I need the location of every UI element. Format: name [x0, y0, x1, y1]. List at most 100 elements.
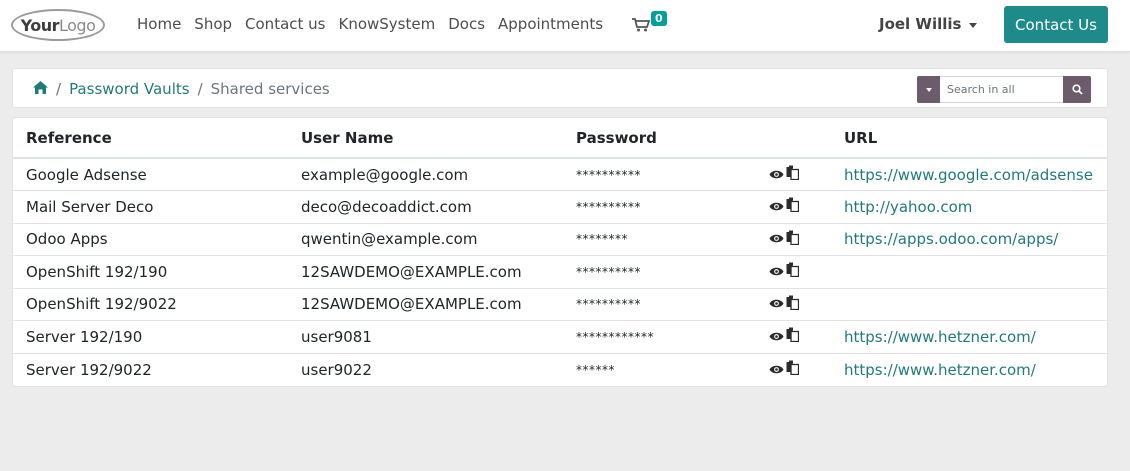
search-button[interactable] — [1063, 76, 1091, 103]
header-reference[interactable]: Reference — [13, 118, 288, 159]
cell-actions — [769, 190, 831, 224]
search-box — [917, 76, 1091, 103]
cart-count-badge: 0 — [651, 11, 667, 26]
cell-actions — [769, 288, 831, 321]
copy-icon[interactable] — [786, 262, 800, 281]
credentials-table: Reference User Name Password URL Google … — [13, 118, 1107, 386]
cell-user-name: user9022 — [301, 360, 372, 379]
eye-icon[interactable] — [769, 230, 784, 248]
cell-user-name: 12SAWDEMO@EXAMPLE.com — [288, 288, 563, 321]
eye-icon[interactable] — [769, 328, 784, 346]
cell-url — [831, 255, 1107, 289]
cell-actions — [769, 223, 831, 256]
copy-icon[interactable] — [786, 327, 800, 346]
cell-url: https://apps.odoo.com/apps/ — [831, 223, 1107, 256]
nav-link-home[interactable]: Home — [137, 15, 181, 33]
eye-icon[interactable] — [769, 295, 784, 313]
breadcrumb-separator: / — [56, 80, 62, 98]
url-link[interactable]: https://www.hetzner.com/ — [844, 361, 1036, 379]
logo-text-bold: Your — [20, 15, 60, 35]
cell-password: ********** — [563, 158, 769, 191]
home-icon[interactable] — [33, 80, 48, 98]
top-navbar: Your Logo Home Shop Contact us KnowSystem… — [0, 0, 1130, 52]
chevron-down-icon — [969, 22, 978, 28]
cart-icon — [632, 18, 650, 32]
copy-icon[interactable] — [786, 295, 800, 314]
site-logo[interactable]: Your Logo — [11, 9, 105, 41]
cell-actions — [769, 320, 831, 354]
nav-link-appointments[interactable]: Appointments — [498, 15, 603, 33]
logo-text-light: Logo — [59, 15, 96, 35]
cell-user-name: user9081 — [288, 320, 563, 354]
cell-password: ********** — [563, 190, 769, 224]
url-link[interactable]: http://yahoo.com — [844, 198, 972, 216]
cell-url — [831, 288, 1107, 321]
cell-url: https://www.hetzner.com/ — [831, 320, 1107, 354]
copy-icon[interactable] — [786, 197, 800, 216]
cell-actions — [769, 255, 831, 289]
cell-user-name: qwentin@example.com — [288, 223, 563, 256]
cell-reference: OpenShift 192/9022 — [13, 288, 288, 321]
url-link[interactable]: https://www.google.com/adsense — [844, 166, 1093, 184]
chevron-down-icon — [925, 87, 932, 92]
breadcrumb-separator: / — [197, 80, 203, 98]
table-row[interactable]: Server 192/190 user9081 ************ https:… — [13, 320, 1107, 354]
cell-password: ********** — [563, 255, 769, 289]
header-url[interactable]: URL — [831, 118, 1107, 159]
table-row[interactable]: OpenShift 192/9022 12SAWDEMO@EXAMPLE.com *… — [13, 288, 1107, 321]
cell-reference: OpenShift 192/190 — [13, 255, 288, 289]
table-body: Google Adsense example@google.com ********… — [13, 158, 1107, 386]
header-actions — [769, 118, 831, 159]
header-user-name[interactable]: User Name — [288, 118, 563, 159]
table-header-row: Reference User Name Password URL — [13, 118, 1107, 159]
cell-user-name: 12SAWDEMO@EXAMPLE.com — [288, 255, 563, 289]
cell-reference: Odoo Apps — [13, 223, 288, 256]
copy-icon[interactable] — [786, 230, 800, 249]
eye-icon[interactable] — [769, 263, 784, 281]
breadcrumb-bar: / Password Vaults / Shared services — [12, 68, 1108, 108]
cell-password: ********** — [563, 288, 769, 321]
eye-icon[interactable] — [769, 166, 784, 184]
main-menu: Home Shop Contact us KnowSystem Docs App… — [137, 15, 616, 33]
copy-icon[interactable] — [786, 360, 800, 379]
cell-actions — [769, 158, 831, 191]
cell-user-name: example@google.com — [288, 158, 563, 191]
cell-url: https://www.hetzner.com/ — [831, 353, 1107, 386]
cell-reference: Server 192/9022 — [26, 360, 152, 379]
table-row[interactable]: Server 192/9022 user9022 ****** https://www… — [13, 353, 1107, 386]
table-row[interactable]: Mail Server Deco deco@decoaddict.com *****… — [13, 190, 1107, 224]
cell-reference: Server 192/190 — [13, 320, 288, 354]
user-name: Joel Willis — [879, 15, 962, 33]
nav-link-shop[interactable]: Shop — [194, 15, 232, 33]
table-row[interactable]: OpenShift 192/190 12SAWDEMO@EXAMPLE.com **… — [13, 255, 1107, 289]
nav-link-contact-us[interactable]: Contact us — [245, 15, 325, 33]
password-vault-table-card: Reference User Name Password URL Google … — [12, 117, 1108, 387]
breadcrumb: / Password Vaults / Shared services — [33, 80, 330, 98]
search-input[interactable] — [940, 76, 1063, 103]
url-link[interactable]: https://apps.odoo.com/apps/ — [844, 230, 1058, 248]
cell-url: http://yahoo.com — [831, 190, 1107, 224]
nav-link-docs[interactable]: Docs — [448, 15, 485, 33]
copy-icon[interactable] — [786, 165, 800, 184]
breadcrumb-password-vaults[interactable]: Password Vaults — [69, 80, 190, 98]
search-icon — [1071, 84, 1083, 95]
cell-url: https://www.google.com/adsense — [831, 158, 1107, 191]
url-link[interactable]: https://www.hetzner.com/ — [844, 328, 1036, 346]
table-row[interactable]: Odoo Apps qwentin@example.com ******** http… — [13, 223, 1107, 256]
cell-password: ************ — [563, 320, 769, 354]
cell-password: ****** — [576, 362, 615, 377]
user-menu-dropdown[interactable]: Joel Willis — [879, 15, 978, 33]
cell-reference: Mail Server Deco — [13, 190, 288, 224]
eye-icon[interactable] — [769, 198, 784, 216]
eye-icon[interactable] — [769, 361, 784, 379]
search-filter-dropdown[interactable] — [917, 76, 940, 103]
cell-user-name: deco@decoaddict.com — [288, 190, 563, 224]
cell-actions — [769, 353, 831, 386]
nav-link-knowsystem[interactable]: KnowSystem — [338, 15, 435, 33]
breadcrumb-current: Shared services — [210, 80, 330, 98]
cell-reference: Google Adsense — [13, 158, 288, 191]
cart-button[interactable]: 0 — [632, 11, 672, 38]
contact-us-button[interactable]: Contact Us — [1004, 6, 1108, 43]
header-password[interactable]: Password — [563, 118, 769, 159]
table-row[interactable]: Google Adsense example@google.com ********… — [13, 158, 1107, 191]
